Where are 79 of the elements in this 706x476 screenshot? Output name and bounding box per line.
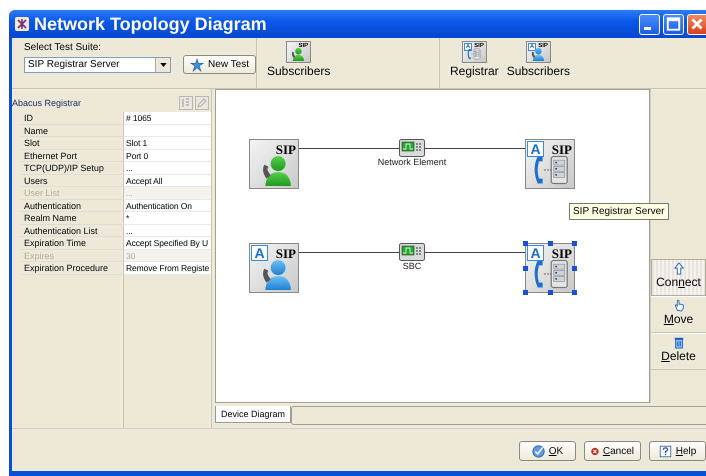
property-value[interactable]: # 1065: [124, 112, 211, 124]
dropdown-arrow-icon: [160, 62, 167, 66]
property-name: Expiration Time: [20, 237, 124, 250]
value-field[interactable]: [124, 124, 211, 137]
property-value[interactable]: Remove From Registe: [124, 262, 211, 274]
property-value[interactable]: ...: [124, 224, 211, 237]
property-value[interactable]: Authentication On: [124, 200, 211, 212]
sip-label: SIP: [552, 247, 572, 260]
resize-handle[interactable]: [548, 290, 553, 295]
suite-label: Select Test Suite:: [24, 42, 102, 53]
sip-label: SIP: [276, 247, 296, 260]
close-button[interactable]: [687, 14, 706, 34]
ok-button[interactable]: OK: [519, 441, 576, 461]
minimize-icon: [644, 26, 651, 30]
device-tile[interactable]: A SIP: [525, 139, 575, 189]
property-value[interactable]: Port 0: [124, 150, 211, 162]
property-value[interactable]: *: [124, 212, 211, 224]
a-badge: A: [251, 245, 268, 261]
tool-button[interactable]: Move: [651, 296, 706, 333]
property-name: TCP(UDP)/IP Setup: [20, 162, 124, 174]
sort-icon[interactable]: [179, 96, 193, 110]
sip-label: SIP: [552, 143, 572, 156]
property-name: ID: [20, 112, 124, 124]
device-tile[interactable]: A SIP: [525, 243, 575, 293]
tooltip: SIP Registrar Server: [569, 203, 669, 220]
resize-handle[interactable]: [523, 266, 528, 271]
a-badge: A: [527, 141, 544, 157]
window-title: Network Topology Diagram: [34, 14, 268, 34]
property-value[interactable]: Slot 1: [124, 137, 211, 150]
person-phone-icon: [530, 47, 545, 61]
device-label: Network Element: [378, 157, 446, 167]
property-value[interactable]: Accept All: [124, 174, 211, 187]
property-name: Ethernet Port: [20, 150, 124, 162]
a-badge: A: [527, 245, 544, 261]
hand-icon: [672, 299, 684, 312]
resize-handle[interactable]: [572, 290, 577, 295]
property-name: Expires: [20, 250, 124, 262]
panel-title: Abacus Registrar: [12, 98, 82, 108]
cancel-button[interactable]: Cancel: [584, 441, 641, 461]
property-value: ...: [124, 187, 211, 200]
device-tile[interactable]: A SIP: [249, 243, 299, 293]
property-name: Slot: [20, 137, 124, 150]
app-icon: [15, 17, 29, 31]
property-name: Authentication List: [20, 224, 124, 237]
sip-label: SIP: [276, 143, 296, 156]
resize-handle[interactable]: [523, 241, 528, 246]
edit-icon[interactable]: [195, 96, 209, 110]
property-name: Users: [20, 174, 124, 187]
device-label: SBC: [402, 261, 422, 271]
property-value[interactable]: Accept Specified By U: [124, 237, 211, 250]
phone-server-icon: [466, 47, 481, 61]
device-tile[interactable]: SIP: [249, 139, 299, 189]
trash-icon: [672, 336, 684, 349]
check-icon: [532, 444, 545, 458]
minimize-button[interactable]: [639, 14, 660, 34]
property-name: User List: [20, 187, 124, 200]
network-device-icon: [399, 139, 425, 157]
suite-dropdown[interactable]: SIP Registrar Server: [24, 56, 172, 72]
resize-handle[interactable]: [572, 266, 577, 271]
property-value: 30: [124, 250, 211, 262]
resize-handle[interactable]: [572, 241, 577, 246]
up-arrow-icon: [672, 262, 684, 275]
tool-button[interactable]: Delete: [651, 333, 706, 370]
network-device-icon: [399, 243, 425, 261]
new-test-button[interactable]: New Test: [183, 55, 256, 74]
property-name: Realm Name: [20, 212, 124, 224]
property-name: Authentication: [20, 200, 124, 212]
help-icon: [658, 444, 672, 458]
property-name: Expiration Procedure: [20, 262, 124, 274]
tool-button[interactable]: Connect: [651, 259, 706, 296]
person-phone-icon: [290, 47, 306, 61]
star-icon: [190, 58, 204, 72]
maximize-button[interactable]: [663, 14, 684, 34]
help-button[interactable]: Help: [649, 441, 706, 461]
resize-handle[interactable]: [523, 290, 528, 295]
property-value[interactable]: ...: [124, 162, 211, 174]
tab[interactable]: Device Diagram: [215, 406, 292, 424]
resize-handle[interactable]: [548, 241, 553, 246]
property-name: Name: [20, 124, 124, 137]
